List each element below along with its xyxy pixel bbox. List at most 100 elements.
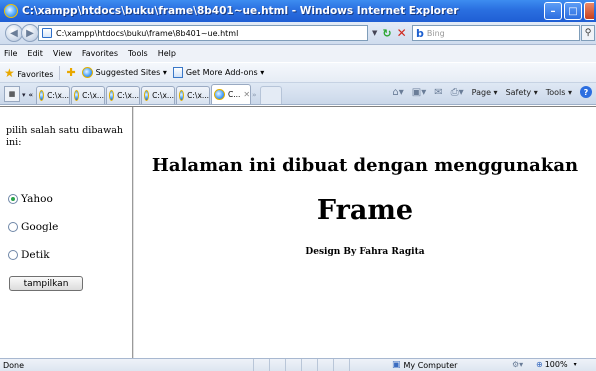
page-icon (172, 67, 183, 78)
computer-icon: ▣ (392, 360, 401, 370)
ie-icon (109, 90, 115, 101)
url-history-dropdown-icon[interactable]: ▼ (372, 29, 377, 37)
status-cell (253, 359, 269, 371)
radio-button-selected[interactable] (8, 194, 18, 204)
magnifier-icon: ⚲ (584, 28, 592, 38)
radio-google[interactable]: Google (8, 221, 58, 233)
status-cell (285, 359, 301, 371)
page-icon (42, 28, 52, 38)
zoom-level: 100% (544, 360, 568, 369)
help-icon[interactable]: ? (580, 86, 592, 98)
window-title: C:\xampp\htdocs\buku\frame\8b401~ue.html… (22, 5, 459, 17)
tab-scroll-right-icon[interactable]: » (252, 91, 257, 99)
feeds-icon[interactable]: ▣▾ (412, 87, 426, 98)
main-frame: Halaman ini dibuat dengan menggunakan Fr… (134, 107, 596, 359)
status-cell (333, 359, 349, 371)
close-tab-icon[interactable]: ✕ (243, 90, 250, 99)
left-frame: pilih salah satu dibawah ini: Yahoo Goog… (0, 107, 133, 359)
forward-button[interactable]: ▶ (21, 24, 39, 42)
ie-icon (214, 89, 225, 100)
quick-tabs-button[interactable]: ▦ (4, 86, 20, 102)
tab-3[interactable]: C:\x... (106, 86, 141, 104)
back-arrow-icon: ◀ (10, 27, 18, 39)
protected-mode-icon[interactable]: ⚙▾ (512, 360, 523, 369)
search-input[interactable]: b Bing (412, 25, 580, 41)
url-input[interactable]: C:\xampp\htdocs\buku\frame\8b401~ue.html (38, 25, 368, 41)
radio-button[interactable] (8, 250, 18, 260)
menu-edit[interactable]: Edit (27, 49, 43, 58)
submit-button[interactable]: tampilkan (9, 276, 83, 291)
radio-label: Google (21, 221, 59, 233)
status-cells (253, 359, 365, 371)
page-menu[interactable]: Page ▾ (472, 88, 498, 97)
radio-button[interactable] (8, 222, 18, 232)
tab-1[interactable]: C:\x... (36, 86, 71, 104)
menu-favorites[interactable]: Favorites (82, 49, 118, 58)
star-icon: ★ (4, 65, 15, 80)
tab-active[interactable]: C... ✕ (211, 84, 252, 104)
bing-logo-icon: b (416, 26, 424, 40)
addons-link[interactable]: Get More Add-ons ▾ (172, 67, 264, 78)
safety-menu[interactable]: Safety ▾ (506, 88, 538, 97)
radio-detik[interactable]: Detik (8, 249, 50, 261)
mail-icon[interactable]: ✉ (434, 87, 442, 98)
ie-logo-icon (4, 4, 18, 18)
ie-icon (81, 67, 93, 78)
search-placeholder: Bing (426, 28, 445, 38)
tab-5[interactable]: C:\x... (176, 86, 211, 104)
print-icon[interactable]: ⎙▾ (451, 87, 464, 98)
ie-icon (39, 90, 45, 101)
favorites-button[interactable]: ★ Favorites (4, 66, 53, 80)
ie-icon (144, 90, 150, 101)
page-heading: Halaman ini dibuat dengan menggunakan (151, 155, 579, 176)
menu-bar: File Edit View Favorites Tools Help (0, 45, 596, 62)
status-cell (349, 359, 365, 371)
page-title: Frame (316, 195, 414, 226)
search-button[interactable]: ⚲ (581, 25, 595, 41)
radio-yahoo[interactable]: Yahoo (8, 193, 53, 205)
zone-label: My Computer (403, 360, 458, 370)
window-controls: – □ (544, 2, 594, 20)
minimize-button[interactable]: – (544, 2, 562, 20)
command-bar: ⌂▾ ▣▾ ✉ ⎙▾ Page ▾ Safety ▾ Tools ▾ ? (392, 86, 592, 98)
tab-2[interactable]: C:\x... (71, 86, 106, 104)
home-icon[interactable]: ⌂▾ (392, 87, 403, 98)
credit-text: Design By Fahra Ragita (305, 247, 425, 257)
page-content: pilih salah satu dibawah ini: Yahoo Goog… (0, 106, 596, 359)
menu-help[interactable]: Help (158, 49, 176, 58)
radio-label: Yahoo (21, 193, 53, 205)
zoom-icon: ⊕ (536, 360, 543, 369)
security-zone[interactable]: ▣ My Computer (392, 360, 457, 370)
status-cell (301, 359, 317, 371)
suggested-sites-link[interactable]: Suggested Sites ▾ (81, 67, 167, 78)
intro-text: pilih salah satu dibawah ini: (6, 125, 123, 148)
menu-file[interactable]: File (4, 49, 17, 58)
url-controls: ▼ ↻ ✕ (372, 26, 407, 40)
url-text: C:\xampp\htdocs\buku\frame\8b401~ue.html (56, 28, 239, 38)
close-button[interactable] (584, 2, 594, 20)
status-cell (269, 359, 285, 371)
forward-arrow-icon: ▶ (26, 27, 34, 39)
ie-icon (179, 90, 185, 101)
stop-icon[interactable]: ✕ (397, 26, 407, 40)
address-bar: ◀ ▶ C:\xampp\htdocs\buku\frame\8b401~ue.… (0, 22, 596, 45)
tab-4[interactable]: C:\x... (141, 86, 176, 104)
tab-scroll-left-icon[interactable]: « (29, 91, 34, 99)
refresh-icon[interactable]: ↻ (382, 27, 391, 40)
favorites-label: Favorites (17, 69, 54, 79)
new-tab-button[interactable] (259, 86, 282, 104)
status-bar: Done ▣ My Computer ⚙▾ ⊕ 100% ▾ (0, 358, 596, 371)
menu-view[interactable]: View (53, 49, 72, 58)
maximize-button[interactable]: □ (564, 2, 582, 20)
window-titlebar: C:\xampp\htdocs\buku\frame\8b401~ue.html… (0, 0, 596, 22)
status-text: Done (3, 360, 25, 370)
tools-menu[interactable]: Tools ▾ (546, 88, 572, 97)
status-cell (317, 359, 333, 371)
add-favorite-icon[interactable]: ✚ (66, 66, 75, 79)
menu-tools[interactable]: Tools (128, 49, 148, 58)
separator (59, 65, 61, 80)
ie-icon (74, 90, 80, 101)
zoom-dropdown-icon[interactable]: ▾ (574, 361, 577, 368)
tab-list-dropdown-icon[interactable]: ▾ (22, 91, 26, 99)
zoom-control[interactable]: ⊕ 100% ▾ (536, 360, 577, 369)
